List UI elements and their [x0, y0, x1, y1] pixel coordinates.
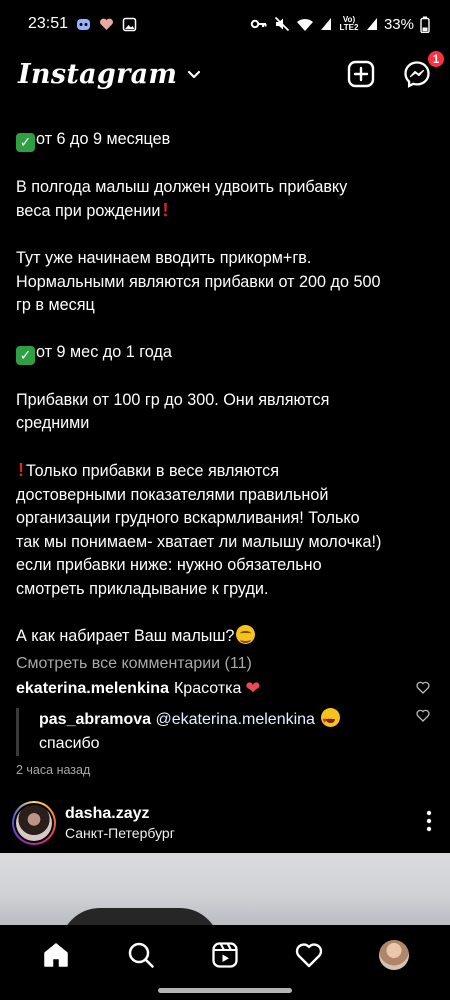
more-options-icon[interactable]: [426, 810, 432, 837]
reply-username[interactable]: pas_abramova: [39, 711, 151, 728]
key-icon: [250, 17, 268, 31]
comment-text: Красотка: [173, 680, 242, 697]
caption-line: организации грудного вскармливания! Толь…: [16, 509, 360, 527]
caption-line: Только прибавки в весе являются: [26, 462, 280, 480]
caption-line: Тут уже начинаем вводить прикорм+гв.: [16, 249, 312, 267]
comment-reply: pas_abramova @ekaterina.melenkina спасиб…: [16, 708, 376, 756]
caption-line: веса при рождении: [16, 202, 161, 220]
reels-icon: [212, 942, 238, 968]
svg-text:4: 4: [308, 27, 311, 32]
story-avatar[interactable]: [12, 801, 56, 845]
smiling-face-icon: [236, 624, 256, 644]
create-post-button[interactable]: [346, 59, 376, 89]
reply-like-button[interactable]: [416, 709, 430, 727]
post-caption: ✓ от 6 до 9 месяцев В полгода малыш долже…: [16, 128, 441, 648]
post-username[interactable]: dasha.zayz: [65, 805, 175, 823]
post-location[interactable]: Санкт-Петербург: [65, 825, 175, 841]
profile-avatar: [378, 940, 409, 970]
comment-username[interactable]: ekaterina.melenkina: [16, 680, 169, 698]
caption-line: В полгода малыш должен удвоить прибавку: [16, 177, 348, 196]
app-header: Instagram 1: [0, 48, 450, 100]
battery-percent: 33%: [383, 15, 414, 33]
home-icon: [44, 943, 68, 967]
post-image[interactable]: [0, 853, 450, 925]
signal-icon-1: [320, 17, 332, 31]
post-timestamp: 2 часа назад: [16, 763, 91, 777]
status-time: 23:51: [28, 15, 69, 32]
chevron-down-icon[interactable]: [187, 67, 201, 85]
reply-mention[interactable]: @ekaterina.melenkina: [156, 711, 315, 728]
nav-home[interactable]: [36, 935, 76, 975]
caption-line: достоверными показателями правильной: [16, 485, 329, 504]
messages-badge: 1: [426, 49, 446, 69]
check-mark-icon: ✓: [16, 133, 35, 152]
instagram-logo[interactable]: Instagram: [18, 59, 177, 90]
caption-line: от 6 до 9 месяцев: [36, 130, 171, 148]
battery-icon: [420, 16, 430, 33]
red-heart-icon: ❤: [245, 678, 261, 698]
nav-activity[interactable]: [289, 935, 329, 975]
exclamation-icon: !: [162, 200, 169, 220]
plus-square-icon: [347, 60, 375, 88]
wifi-icon: 4: [296, 17, 314, 32]
caption-line: А как набирает Ваш малыш?: [16, 626, 235, 645]
caption-line: смотреть прикладывание к груди.: [16, 579, 269, 598]
messenger-button[interactable]: 1: [402, 49, 446, 89]
heart-icon: [296, 943, 323, 968]
nav-profile[interactable]: [374, 935, 414, 975]
exclamation-icon: !: [18, 460, 24, 480]
avatar: [16, 805, 52, 841]
mute-icon: [274, 16, 290, 32]
gesture-bar[interactable]: [158, 988, 292, 993]
caption-line: так мы понимаем- хватает ли малышу молоч…: [16, 532, 382, 551]
caption-line: Прибавки от 100 гр до 300. Они являются: [16, 390, 330, 409]
status-bar: 23:51 4 Vo) LTE2 33%: [0, 0, 450, 48]
heart-outline-icon: [416, 681, 430, 694]
check-mark-icon: ✓: [16, 346, 35, 365]
heart-eyes-icon: [321, 708, 341, 733]
gallery-notification-icon: [122, 17, 137, 32]
bottom-navigation: [0, 925, 450, 985]
next-post-header: dasha.zayz Санкт-Петербург: [0, 798, 450, 848]
heart-outline-icon: [416, 709, 430, 722]
caption-line: от 9 мес до 1 года: [36, 343, 172, 361]
network-label: Vo) LTE2: [339, 15, 359, 32]
search-icon: [128, 942, 154, 968]
comment: ekaterina.melenkina Красотка ❤: [16, 678, 261, 698]
view-all-comments-link[interactable]: Смотреть все комментарии (11): [16, 655, 252, 673]
comment-like-button[interactable]: [416, 681, 430, 699]
signal-icon-2: [366, 17, 378, 31]
notification-app-icon: [76, 17, 91, 32]
nav-search[interactable]: [121, 935, 161, 975]
reply-text: спасибо: [39, 735, 100, 752]
nav-reels[interactable]: [205, 935, 245, 975]
caption-line: если прибавки ниже: нужно обязательно: [16, 556, 322, 574]
caption-line: Нормальными являются прибавки от 200 до …: [16, 272, 381, 291]
caption-line: гр в месяц: [16, 296, 95, 314]
caption-line: средними: [16, 414, 90, 432]
heart-notification-icon: [99, 17, 114, 32]
